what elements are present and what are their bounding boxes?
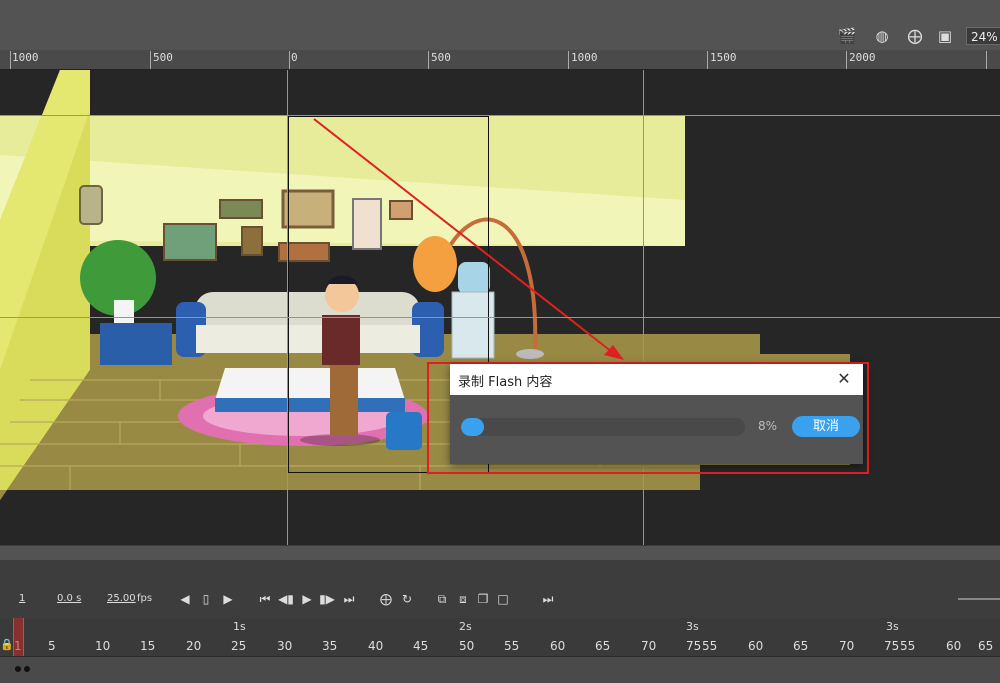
marker-icon[interactable]: ▯ [198, 591, 214, 607]
frame-number: 45 [413, 639, 429, 653]
side-table [100, 323, 172, 365]
guide-line-vertical[interactable] [287, 70, 288, 545]
frame-number: 55 [504, 639, 520, 653]
go-to-first-frame-icon[interactable]: ⏮ [257, 591, 273, 607]
step-back-icon[interactable]: ◀▮ [278, 591, 294, 607]
guide-line-horizontal[interactable] [0, 317, 1000, 318]
modify-markers-icon[interactable]: □ [495, 591, 511, 607]
frame-number: 25 [231, 639, 247, 653]
frame-number: 30 [277, 639, 293, 653]
layer-row[interactable] [0, 656, 1000, 683]
frame-number: 75 [884, 639, 900, 653]
frame-number: 35 [322, 639, 338, 653]
progress-fill [461, 418, 484, 436]
fps-unit: fps [137, 593, 153, 604]
current-time[interactable]: 0.0 s [57, 593, 81, 604]
timeline-zoom-slider[interactable] [958, 598, 1000, 600]
stage-pasteboard[interactable]: 录制 Flash 内容 ✕ 8% 取消 [0, 70, 1000, 545]
frame-number: 55 [702, 639, 718, 653]
horizontal-ruler: 1000 500 0 500 1000 1500 2000 [0, 50, 1000, 70]
frame-number: 40 [368, 639, 384, 653]
guide-line-horizontal[interactable] [0, 115, 1000, 116]
onion-skin-icon[interactable]: ⧉ [434, 591, 450, 607]
timeline-controls: 1 0.0 s 25.00 fps ◀ ▯ ▶ ⏮ ◀▮ ▶ ▮▶ ⏭ ⨁ ↻ … [0, 560, 1000, 618]
frame-number: 65 [793, 639, 809, 653]
frame-number: 60 [550, 639, 566, 653]
loop-icon[interactable]: ↻ [399, 591, 415, 607]
frame-number: 60 [946, 639, 962, 653]
center-stage-icon[interactable]: ⨁ [904, 26, 926, 46]
frame-number: 70 [839, 639, 855, 653]
seconds-mark: 3s [686, 620, 699, 633]
clip-icon[interactable]: ▣ [934, 26, 956, 46]
frame-number: 65 [978, 639, 994, 653]
ruler-label: 1000 [571, 51, 598, 64]
previous-marker-icon[interactable]: ◀ [177, 591, 193, 607]
step-forward-icon[interactable]: ▮▶ [319, 591, 335, 607]
keyframe-marker[interactable] [24, 666, 30, 672]
ruler-label: 2000 [849, 51, 876, 64]
progress-bar [461, 418, 745, 436]
coffee-table [215, 368, 405, 400]
water-dispenser [458, 262, 490, 294]
seconds-mark: 1s [233, 620, 246, 633]
app-top-bar [0, 0, 1000, 23]
frame-number: 20 [186, 639, 202, 653]
seconds-mark: 3s [886, 620, 899, 633]
ruler-label: 1500 [710, 51, 737, 64]
frame-number: 50 [459, 639, 475, 653]
progress-percent: 8% [758, 419, 778, 433]
frame-ruler[interactable]: 1s 2s 3s 3s 1 5 10 15 20 25 30 35 40 45 … [0, 618, 1000, 656]
frame-number: 75 [686, 639, 702, 653]
dialog-title: 录制 Flash 内容 [458, 375, 553, 390]
frame-number: 65 [595, 639, 611, 653]
frame-number: 15 [140, 639, 156, 653]
playhead[interactable] [13, 618, 24, 656]
cancel-button[interactable]: 取消 [792, 416, 860, 437]
clapperboard-icon[interactable]: 🎬 [836, 26, 858, 46]
frame-number: 60 [748, 639, 764, 653]
current-frame[interactable]: 1 [19, 593, 25, 604]
frame-number: 10 [95, 639, 111, 653]
seconds-mark: 2s [459, 620, 472, 633]
go-to-last-frame-icon[interactable]: ⏭ [341, 591, 357, 607]
fps-value[interactable]: 25.00 [107, 593, 136, 604]
frame-number: 70 [641, 639, 657, 653]
ruler-label: 0 [291, 51, 298, 64]
record-flash-dialog: 录制 Flash 内容 ✕ 8% 取消 [450, 364, 863, 464]
lock-icon[interactable]: 🔒 [0, 638, 14, 652]
frame-number: 5 [48, 639, 56, 653]
play-icon[interactable]: ▶ [299, 591, 315, 607]
panel-separator[interactable] [0, 545, 1000, 561]
stage-toolbar: 🎬 ◍ ⨁ ▣ 24% [0, 22, 1000, 50]
wall-lamp [79, 185, 103, 225]
insert-keyframe-icon[interactable]: ⏭ [540, 591, 556, 607]
next-marker-icon[interactable]: ▶ [220, 591, 236, 607]
camera-icon[interactable]: ◍ [871, 26, 893, 46]
onion-skin-outline-icon[interactable]: ⧈ [455, 591, 471, 607]
ruler-label: 500 [431, 51, 451, 64]
blue-bucket [386, 412, 422, 450]
dialog-title-bar: 录制 Flash 内容 ✕ [450, 364, 863, 395]
zoom-field[interactable]: 24% [966, 27, 1000, 45]
close-icon[interactable]: ✕ [835, 370, 853, 388]
edit-multiple-frames-icon[interactable]: ❐ [475, 591, 491, 607]
ruler-label: 1000 [12, 51, 39, 64]
ruler-label: 500 [153, 51, 173, 64]
frame-number: 55 [900, 639, 916, 653]
keyframe-marker[interactable] [15, 666, 21, 672]
center-frame-icon[interactable]: ⨁ [378, 591, 394, 607]
